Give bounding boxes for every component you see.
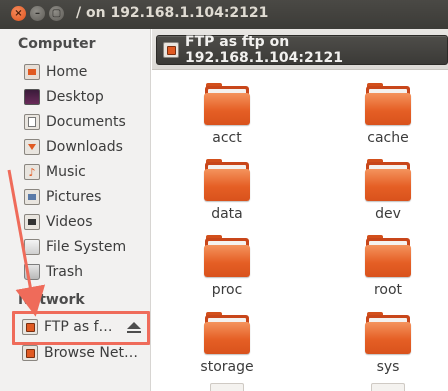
sidebar-item-label: Trash [46,264,83,280]
folder-label: sys [376,359,400,375]
minimize-icon: – [35,7,40,19]
sidebar-item-downloads[interactable]: Downloads [24,136,123,158]
folder-label: data [211,206,243,222]
folder-icon [365,235,411,277]
window-title: / on 192.168.1.104:2121 [76,5,269,21]
folder-label: dev [375,206,401,222]
folder-icon [365,83,411,125]
folder-label: root [373,282,403,298]
sidebar-item-trash[interactable]: Trash [24,261,83,283]
minimize-window-button[interactable]: – [30,6,45,21]
maximize-icon: ▢ [51,7,62,19]
home-folder-icon [24,64,40,80]
folder-storage[interactable]: storage [172,312,282,375]
folder-icon [204,312,250,354]
path-button-ftp-root[interactable]: FTP as ftp on 192.168.1.104:2121 [156,34,448,66]
sidebar-item-label: Documents [46,114,126,130]
sidebar-item-label: Downloads [46,139,123,155]
folder-data[interactable]: data [172,159,282,222]
folder-icon [365,159,411,201]
music-folder-icon [24,164,40,180]
sidebar-item-documents[interactable]: Documents [24,111,126,133]
location-bar: FTP as ftp on 192.168.1.104:2121 [152,29,448,70]
folder-icon [204,159,250,201]
folder-icon [204,83,250,125]
folder-proc[interactable]: proc [172,235,282,298]
sidebar-item-pictures[interactable]: Pictures [24,186,101,208]
sidebar-item-browse-network[interactable]: Browse Net… [22,342,138,364]
file-icon-partial[interactable] [210,383,244,391]
window-titlebar: × – ▢ / on 192.168.1.104:2121 [0,0,448,29]
close-window-button[interactable]: × [11,6,26,21]
folder-label: proc [211,282,243,298]
sidebar-item-label: File System [46,239,127,255]
folder-icon [204,235,250,277]
sidebar-section-network: Network [18,292,85,308]
network-icon [22,345,38,361]
folder-label: acct [212,130,242,146]
folder-icon [365,312,411,354]
desktop-icon [24,89,40,105]
sidebar-item-home[interactable]: Home [24,61,87,83]
sidebar-item-videos[interactable]: Videos [24,211,93,233]
file-view: FTP as ftp on 192.168.1.104:2121 acct ca… [152,29,448,391]
folder-label: storage [200,359,254,375]
folder-cache[interactable]: cache [333,83,443,146]
folder-dev[interactable]: dev [333,159,443,222]
sidebar-item-desktop[interactable]: Desktop [24,86,104,108]
folder-label: cache [367,130,409,146]
documents-folder-icon [24,114,40,130]
close-icon: × [14,7,23,19]
sidebar-item-label: Home [46,64,88,80]
ftp-share-icon [163,42,179,58]
trash-icon [24,264,40,280]
sidebar-item-label: Pictures [46,189,102,205]
videos-folder-icon [24,214,40,230]
sidebar-item-label: Music [46,164,86,180]
sidebar-item-file-system[interactable]: File System [24,236,126,258]
annotation-highlight-box [12,311,150,345]
maximize-window-button[interactable]: ▢ [49,6,64,21]
path-button-label: FTP as ftp on 192.168.1.104:2121 [185,34,343,66]
sidebar-item-music[interactable]: Music [24,161,86,183]
sidebar-section-computer: Computer [18,36,96,52]
pictures-folder-icon [24,189,40,205]
file-icon-partial[interactable] [371,383,405,391]
folder-sys[interactable]: sys [333,312,443,375]
sidebar-item-label: Browse Net… [44,345,139,361]
file-system-icon [24,239,40,255]
folder-acct[interactable]: acct [172,83,282,146]
folder-root[interactable]: root [333,235,443,298]
sidebar-item-label: Desktop [46,89,104,105]
sidebar-item-label: Videos [46,214,93,230]
downloads-folder-icon [24,139,40,155]
